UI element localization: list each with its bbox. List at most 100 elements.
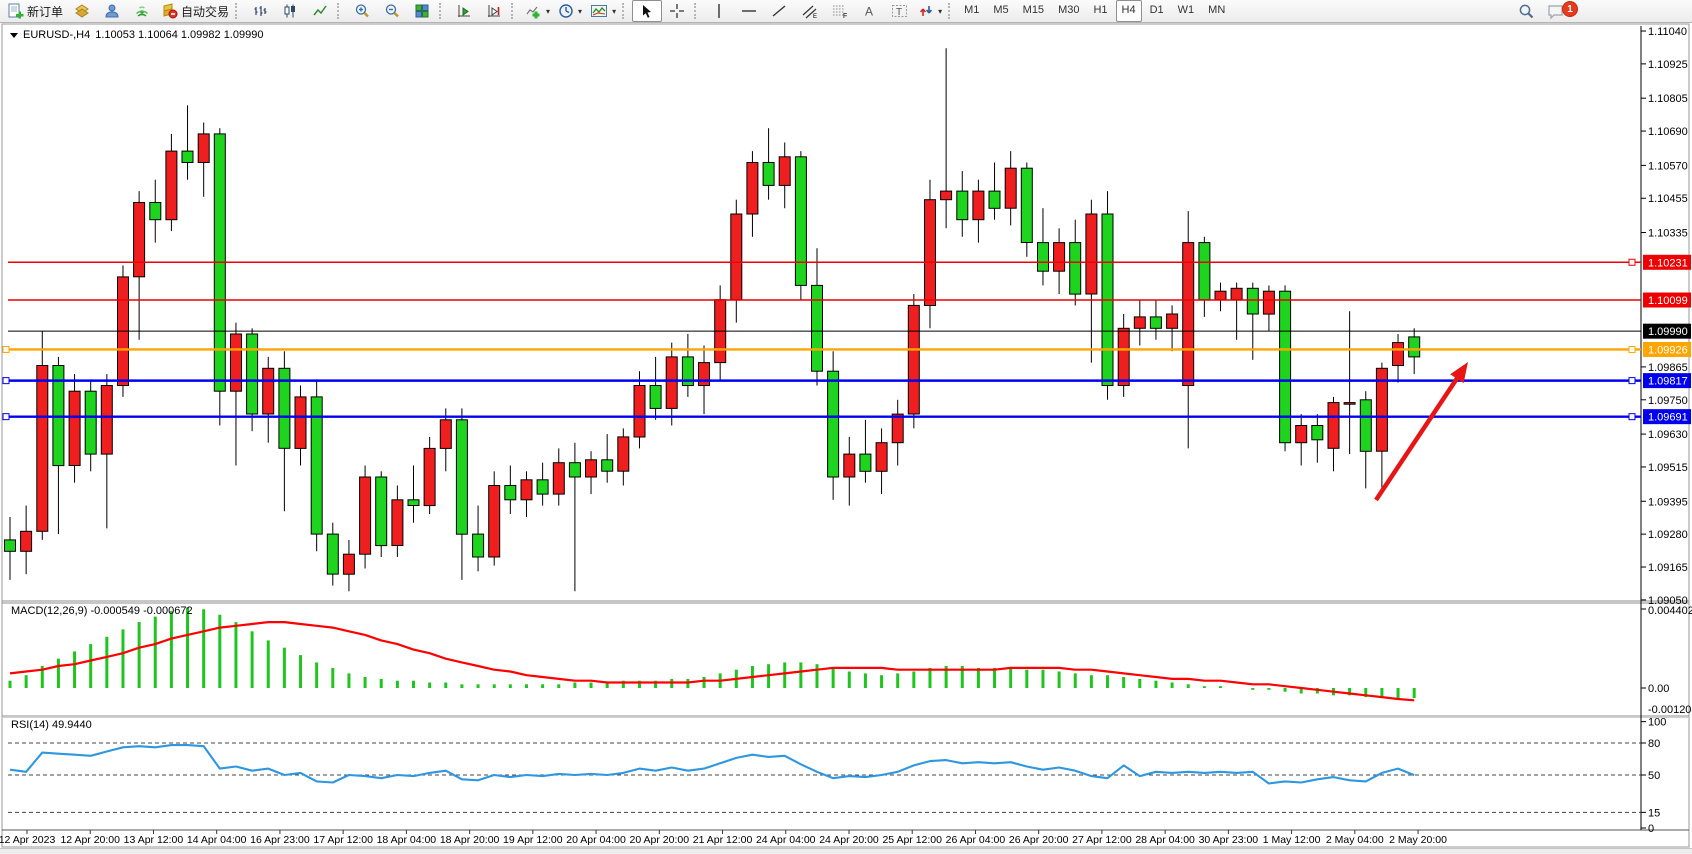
arrow-shaft	[1376, 374, 1460, 500]
timeframe-M30[interactable]: M30	[1052, 0, 1085, 22]
time-axis-label: 20 Apr 20:00	[630, 834, 690, 846]
candle-up	[343, 554, 354, 574]
trend-arrow-annotation[interactable]	[1376, 362, 1468, 500]
candle-down	[860, 454, 871, 471]
line-anchor-marker[interactable]	[1629, 259, 1635, 265]
candle-up	[392, 500, 403, 546]
rsi-tick-label: 50	[1648, 770, 1660, 782]
bar-chart-button[interactable]	[245, 0, 275, 22]
line-chart-button[interactable]	[305, 0, 335, 22]
trendline-button[interactable]	[764, 0, 794, 22]
price-tick-label: 1.10335	[1648, 228, 1688, 240]
candle-up	[973, 191, 984, 220]
line-anchor-marker[interactable]	[3, 414, 9, 420]
toolbar-grip	[948, 3, 955, 19]
candle-down	[1409, 337, 1420, 357]
templates-dropdown-caret[interactable]: ▾	[612, 7, 616, 16]
price-level-label-text: 1.10099	[1648, 295, 1688, 307]
arrows-dropdown-caret[interactable]: ▾	[938, 7, 942, 16]
autotrading-icon	[161, 3, 178, 19]
candle-up	[1215, 291, 1226, 300]
candle-down	[1199, 243, 1210, 300]
navigator-button[interactable]	[127, 0, 157, 22]
candle-down	[1070, 243, 1081, 295]
symbol-dropdown-icon[interactable]	[10, 33, 18, 38]
price-level-label-text: 1.09990	[1648, 326, 1688, 338]
auto-scroll-button[interactable]	[449, 0, 479, 22]
zoom-out-button[interactable]	[377, 0, 407, 22]
timeframe-M1[interactable]: M1	[958, 0, 985, 22]
candle-down	[505, 486, 516, 500]
price-tick-label: 1.09865	[1648, 362, 1688, 374]
text-label-icon: T	[891, 3, 908, 19]
new-order-button[interactable]: 新订单	[3, 0, 67, 22]
periods-dropdown-caret[interactable]: ▾	[578, 7, 582, 16]
line-anchor-marker[interactable]	[1629, 346, 1635, 352]
line-anchor-marker[interactable]	[1629, 414, 1635, 420]
vertical-line-button[interactable]	[704, 0, 734, 22]
timeframe-W1[interactable]: W1	[1172, 0, 1201, 22]
line-anchor-marker[interactable]	[1629, 378, 1635, 384]
chart-title: EURUSD-,H4 1.10053 1.10064 1.09982 1.099…	[10, 29, 263, 41]
bar-chart-icon	[252, 3, 268, 19]
candles-group	[5, 48, 1420, 591]
candle-up	[1086, 214, 1097, 294]
candle-up	[360, 477, 371, 554]
price-level-label-text: 1.09926	[1648, 344, 1688, 356]
periods-button[interactable]: ▾	[554, 0, 586, 22]
timeframe-H1[interactable]: H1	[1087, 0, 1113, 22]
candle-up	[586, 460, 597, 477]
mt4-window: 新订单 自动交易	[0, 0, 1692, 854]
timeframe-D1[interactable]: D1	[1144, 0, 1170, 22]
channel-button[interactable]: E	[794, 0, 824, 22]
text-label-button[interactable]: T	[884, 0, 914, 22]
zoom-in-button[interactable]	[347, 0, 377, 22]
candle-down	[1021, 168, 1032, 242]
text-icon: A	[862, 3, 876, 19]
time-axis-label: 18 Apr 20:00	[440, 834, 500, 846]
candle-up	[521, 480, 532, 500]
chart-canvas[interactable]: 1.110401.109251.108051.106901.105701.104…	[0, 0, 1692, 854]
timeframe-H4[interactable]: H4	[1116, 0, 1142, 22]
tile-windows-button[interactable]	[407, 0, 437, 22]
price-tick-label: 1.10690	[1648, 126, 1688, 138]
candle-up	[295, 397, 306, 449]
arrows-button[interactable]: ▾	[914, 0, 946, 22]
search-icon[interactable]	[1518, 3, 1535, 20]
time-axis-label: 18 Apr 04:00	[377, 834, 437, 846]
candle-down	[182, 151, 193, 162]
toolbar-grip	[235, 3, 242, 19]
time-axis-label: 12 Apr 20:00	[60, 834, 120, 846]
text-button[interactable]: A	[854, 0, 884, 22]
candle-down	[569, 463, 580, 477]
market-watch-icon	[74, 3, 90, 19]
timeframe-MN[interactable]: MN	[1202, 0, 1231, 22]
price-tick-label: 1.09395	[1648, 496, 1688, 508]
candle-down	[1280, 291, 1291, 443]
candle-down	[1038, 243, 1049, 272]
horizontal-line-button[interactable]	[734, 0, 764, 22]
line-anchor-marker[interactable]	[3, 346, 9, 352]
autotrading-button[interactable]: 自动交易	[157, 0, 233, 22]
toolbar-grip	[511, 3, 518, 19]
candle-up	[1296, 426, 1307, 443]
cursor-button[interactable]	[632, 0, 662, 22]
svg-text:E: E	[813, 14, 817, 19]
time-axis-label: 12 Apr 2023	[0, 834, 55, 846]
line-anchor-marker[interactable]	[3, 378, 9, 384]
fibonacci-button[interactable]: F	[824, 0, 854, 22]
candlestick-chart-button[interactable]	[275, 0, 305, 22]
chart-shift-button[interactable]	[479, 0, 509, 22]
timeframe-M15[interactable]: M15	[1017, 0, 1050, 22]
price-tick-label: 1.09515	[1648, 462, 1688, 474]
indicators-dropdown-caret[interactable]: ▾	[546, 7, 550, 16]
notification-badge[interactable]: 1	[1562, 1, 1578, 17]
data-window-button[interactable]	[97, 0, 127, 22]
price-tick-label: 1.09630	[1648, 429, 1688, 441]
templates-button[interactable]: ▾	[586, 0, 620, 22]
indicators-button[interactable]: ▾	[521, 0, 554, 22]
candle-up	[101, 386, 112, 455]
timeframe-M5[interactable]: M5	[987, 0, 1014, 22]
crosshair-button[interactable]	[662, 0, 692, 22]
market-watch-button[interactable]	[67, 0, 97, 22]
